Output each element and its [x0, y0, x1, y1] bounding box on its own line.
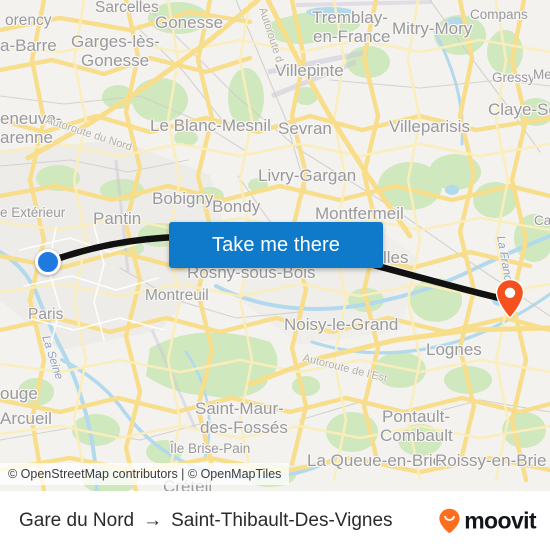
destination-marker[interactable] — [494, 278, 526, 320]
map-attribution: © OpenStreetMap contributors | © OpenMap… — [0, 463, 290, 485]
origin-marker[interactable] — [35, 249, 61, 275]
map-pin-icon — [495, 278, 525, 319]
arrow-right-icon: → — [143, 510, 163, 531]
route-destination-label: Saint-Thibault-Des-Vignes — [171, 509, 393, 531]
map-route-preview: .park{fill:#cfe8bd;} .water{fill:#b3d9ec… — [0, 0, 550, 550]
moovit-pin-icon — [439, 508, 460, 533]
attribution-text: © OpenStreetMap contributors | © OpenMap… — [8, 467, 282, 481]
moovit-wordmark: moovit — [464, 507, 536, 533]
route-summary: Gare du Nord → Saint-Thibault-Des-Vignes — [19, 510, 393, 532]
take-me-there-button[interactable]: Take me there — [169, 222, 383, 268]
map-canvas[interactable]: .park{fill:#cfe8bd;} .water{fill:#b3d9ec… — [0, 0, 550, 491]
route-footer: Gare du Nord → Saint-Thibault-Des-Vignes… — [0, 491, 550, 550]
route-origin-label: Gare du Nord — [19, 509, 135, 531]
moovit-logo[interactable]: moovit — [437, 507, 537, 534]
